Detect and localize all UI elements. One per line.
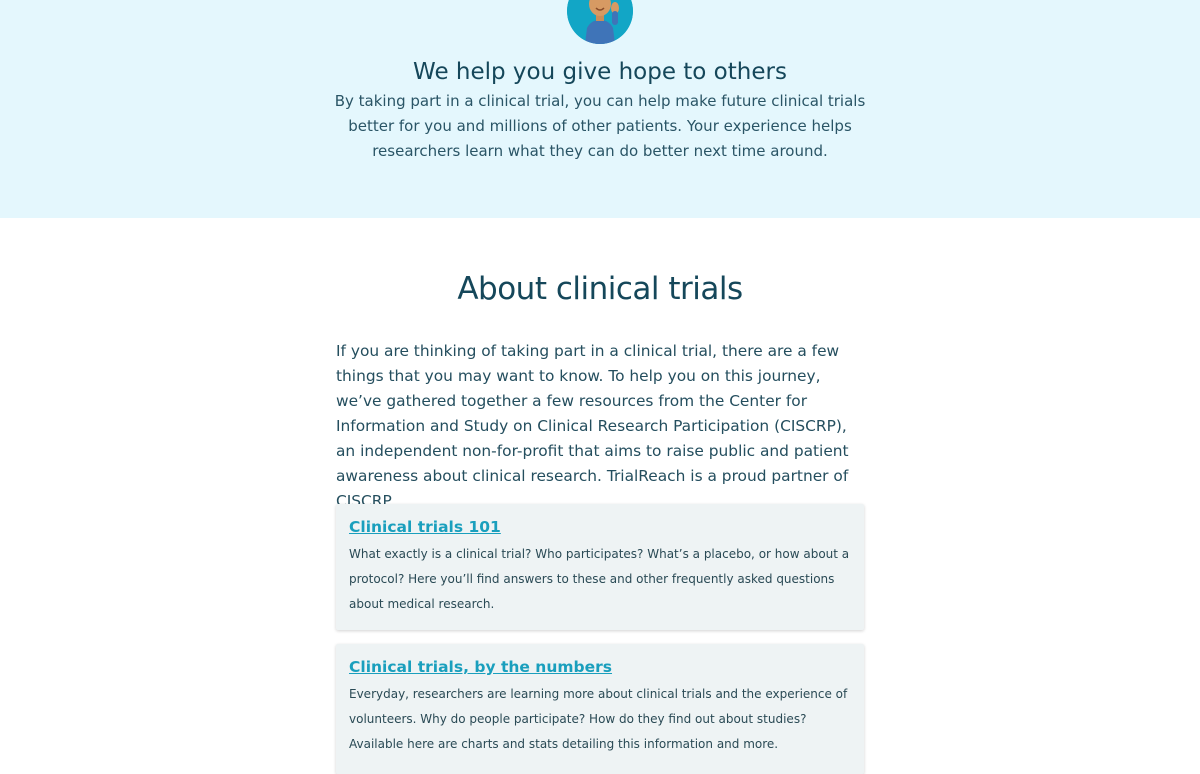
resource-card-description: Everyday, researchers are learning more …: [349, 687, 848, 751]
clinical-trials-101-link[interactable]: Clinical trials 101: [349, 516, 501, 538]
hero-title: We help you give hope to others: [413, 59, 787, 85]
resource-card-clinical-trials-101: Clinical trials 101 What exactly is a cl…: [336, 504, 864, 630]
resource-card-description: What exactly is a clinical trial? Who pa…: [349, 547, 850, 611]
hero-section: We help you give hope to others By takin…: [0, 0, 1200, 218]
clinical-trials-by-the-numbers-link[interactable]: Clinical trials, by the numbers: [349, 656, 612, 678]
about-intro-paragraph: If you are thinking of taking part in a …: [336, 342, 849, 510]
person-avatar-icon: [567, 0, 633, 44]
resource-card-by-the-numbers: Clinical trials, by the numbers Everyday…: [336, 644, 864, 774]
about-section-title: About clinical trials: [457, 271, 743, 307]
hero-description: By taking part in a clinical trial, you …: [334, 92, 866, 160]
